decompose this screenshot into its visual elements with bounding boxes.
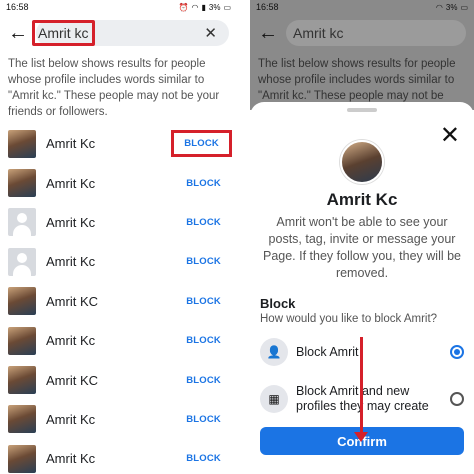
block-button[interactable]: BLOCK — [178, 408, 229, 431]
list-item[interactable]: Amrit Kc BLOCK — [0, 163, 237, 202]
avatar — [8, 326, 36, 355]
block-button[interactable]: BLOCK — [178, 290, 229, 313]
result-name: Amrit Kc — [46, 136, 96, 152]
search-input: Amrit kc — [286, 20, 466, 46]
avatar — [8, 405, 36, 434]
block-bottom-sheet: ✕ Amrit Kc Amrit won't be able to see yo… — [250, 102, 474, 474]
results-list: Amrit Kc BLOCK Amrit Kc BLOCK Amrit Kc BLOCK A… — [0, 124, 237, 474]
annotation-arrow — [360, 337, 363, 437]
result-name: Amrit Kc — [46, 411, 96, 427]
profile-block-icon: ▦ — [260, 385, 288, 413]
status-bar: 16:58 ⏰ ◠ ▮ 3% ▭ — [0, 0, 237, 14]
battery-percent: 3% — [208, 2, 221, 12]
search-query: Amrit kc — [293, 25, 344, 41]
profile-name: Amrit Kc — [326, 190, 398, 209]
search-bar: ← Amrit kc ✕ — [0, 14, 237, 52]
avatar — [8, 287, 36, 316]
radio-unselected[interactable] — [450, 392, 464, 406]
status-bar: 16:58 ◠ 3% ▭ — [250, 0, 474, 14]
battery-icon: ▭ — [460, 2, 468, 12]
list-item[interactable]: Amrit KC BLOCK — [0, 282, 237, 321]
block-button[interactable]: BLOCK — [178, 211, 229, 234]
wifi-icon: ◠ — [435, 2, 443, 12]
avatar — [8, 366, 36, 395]
list-item[interactable]: Amrit Kc BLOCK — [0, 124, 237, 163]
close-icon[interactable]: ✕ — [440, 124, 460, 148]
wifi-icon: ◠ — [191, 2, 199, 12]
option-label: Block Amrit and new profiles they may cr… — [296, 384, 429, 413]
result-name: Amrit Kc — [46, 175, 96, 191]
block-button[interactable]: BLOCK — [178, 447, 229, 470]
list-item[interactable]: Amrit Kc BLOCK — [0, 321, 237, 360]
battery-icon: ▭ — [223, 2, 231, 12]
signal-icon: ▮ — [201, 2, 206, 12]
status-time: 16:58 — [256, 2, 279, 12]
option-label: Block Amrit — [296, 344, 359, 359]
block-confirm-screen: 16:58 ◠ 3% ▭ ← Amrit kc The list below s… — [250, 0, 474, 474]
battery-percent: 3% — [445, 2, 458, 12]
panel-divider — [237, 0, 250, 474]
back-arrow-icon: ← — [258, 22, 278, 44]
search-results-screen: 16:58 ⏰ ◠ ▮ 3% ▭ ← Amrit kc ✕ The list b… — [0, 0, 237, 474]
search-query[interactable]: Amrit kc — [32, 20, 95, 46]
search-bar: ← Amrit kc — [250, 14, 474, 52]
block-button[interactable]: BLOCK — [171, 130, 232, 158]
dimmed-background: 16:58 ◠ 3% ▭ ← Amrit kc The list below s… — [250, 0, 474, 118]
status-time: 16:58 — [6, 2, 29, 12]
clear-icon[interactable]: ✕ — [204, 24, 217, 42]
sheet-drag-handle[interactable] — [347, 108, 377, 112]
person-block-icon: 👤 — [260, 338, 288, 366]
result-name: Amrit Kc — [46, 214, 96, 230]
radio-selected[interactable] — [450, 345, 464, 359]
results-info-text: The list below shows results for people … — [8, 58, 220, 118]
result-name: Amrit Kc — [46, 451, 96, 467]
status-icons: ◠ 3% ▭ — [436, 3, 468, 12]
list-item[interactable]: Amrit Kc BLOCK — [0, 242, 237, 281]
status-icons: ⏰ ◠ ▮ 3% ▭ — [179, 3, 231, 12]
avatar — [340, 140, 384, 184]
list-item[interactable]: Amrit Kc BLOCK — [0, 439, 237, 474]
result-name: Amrit Kc — [46, 254, 96, 270]
block-section-title: Block — [260, 296, 296, 311]
avatar — [8, 444, 36, 473]
block-description: Amrit won't be able to see your posts, t… — [262, 215, 462, 280]
block-button[interactable]: BLOCK — [178, 369, 229, 392]
result-name: Amrit KC — [46, 372, 98, 388]
back-arrow-icon[interactable]: ← — [8, 23, 28, 43]
search-input[interactable]: Amrit kc ✕ — [32, 20, 229, 46]
list-item[interactable]: Amrit Kc BLOCK — [0, 400, 237, 439]
result-name: Amrit KC — [46, 293, 98, 309]
avatar — [8, 169, 36, 198]
block-button[interactable]: BLOCK — [178, 329, 229, 352]
avatar — [8, 129, 36, 158]
block-section-subtitle: How would you like to block Amrit? — [260, 313, 438, 325]
list-item[interactable]: Amrit Kc BLOCK — [0, 203, 237, 242]
alarm-icon: ⏰ — [178, 2, 189, 12]
result-name: Amrit Kc — [46, 333, 96, 349]
block-button[interactable]: BLOCK — [178, 172, 229, 195]
annotation-arrowhead — [354, 432, 368, 442]
list-item[interactable]: Amrit KC BLOCK — [0, 360, 237, 399]
default-avatar-icon — [8, 247, 36, 276]
block-button[interactable]: BLOCK — [178, 250, 229, 273]
default-avatar-icon — [8, 208, 36, 237]
